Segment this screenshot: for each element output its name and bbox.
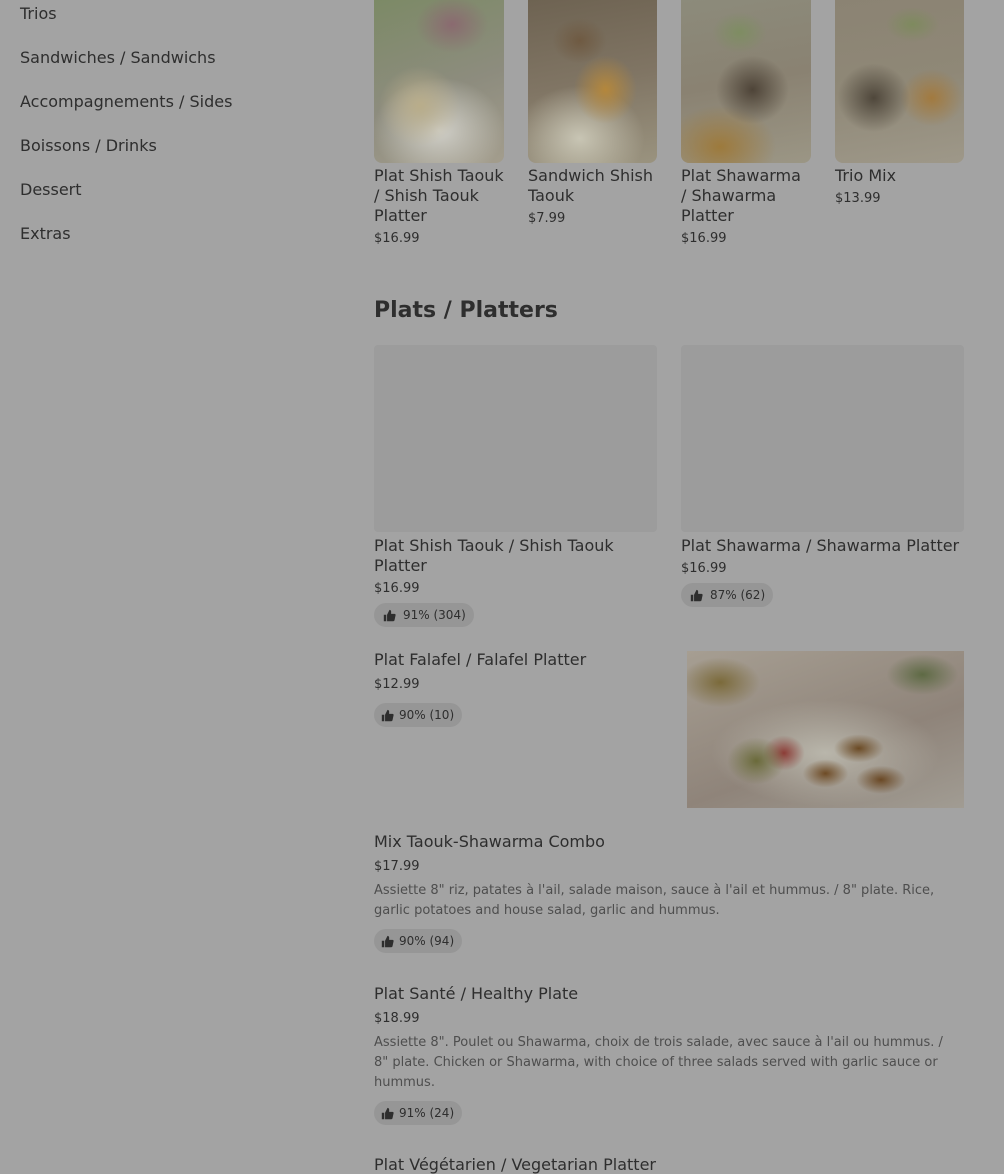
- item-title[interactable]: Mix Taouk-Shawarma Combo: [374, 832, 964, 852]
- item-price: $16.99: [681, 561, 727, 576]
- carousel-card-title[interactable]: Plat Shawarma / Shawarma Platter: [681, 166, 811, 226]
- item-image-placeholder[interactable]: [681, 345, 964, 532]
- item-price: $12.99: [374, 677, 420, 692]
- sandwich-shish-taouk-photo[interactable]: [528, 0, 657, 163]
- category-link-drinks[interactable]: Boissons / Drinks: [20, 136, 157, 155]
- thumbs-up-icon: [381, 709, 394, 721]
- rating-badge: 91% (304): [374, 603, 474, 627]
- item-title[interactable]: Plat Shish Taouk / Shish Taouk Platter: [374, 536, 657, 576]
- carousel-card-title[interactable]: Trio Mix: [835, 166, 964, 186]
- rating-badge: 90% (94): [374, 929, 463, 953]
- rating-text: 87% (62): [710, 588, 766, 602]
- item-description: Assiette 8" riz, patates à l'ail, salade…: [374, 883, 935, 918]
- carousel-card-title[interactable]: Sandwich Shish Taouk: [528, 166, 657, 206]
- category-link-sandwiches[interactable]: Sandwiches / Sandwichs: [20, 48, 216, 67]
- carousel-card-price: $16.99: [681, 231, 727, 246]
- category-link-dessert[interactable]: Dessert: [20, 180, 82, 199]
- trio-mix-photo[interactable]: [835, 0, 964, 163]
- rating-text: 91% (24): [399, 1106, 455, 1120]
- rating-badge: 87% (62): [681, 583, 774, 607]
- carousel-card-price: $13.99: [835, 191, 881, 206]
- carousel-card-price: $16.99: [374, 231, 420, 246]
- rating-text: 90% (10): [399, 708, 455, 722]
- item-price: $18.99: [374, 1011, 420, 1026]
- shish-taouk-platter-photo[interactable]: [374, 0, 504, 163]
- item-title[interactable]: Plat Santé / Healthy Plate: [374, 984, 964, 1004]
- section-title: Plats / Platters: [374, 298, 558, 323]
- item-title[interactable]: Plat Végétarien / Vegetarian Platter: [374, 1155, 656, 1174]
- carousel-card-price: $7.99: [528, 211, 566, 226]
- rating-badge: 91% (24): [374, 1101, 463, 1125]
- item-price: $16.99: [374, 581, 420, 596]
- item-image-placeholder[interactable]: [374, 345, 657, 532]
- thumbs-up-icon: [383, 609, 396, 621]
- rating-badge: 90% (10): [374, 703, 463, 727]
- thumbs-up-icon: [690, 589, 703, 601]
- category-link-trios[interactable]: Trios: [20, 4, 57, 23]
- category-link-extras[interactable]: Extras: [20, 224, 71, 243]
- falafel-platter-photo[interactable]: [687, 651, 964, 808]
- item-title[interactable]: Plat Falafel / Falafel Platter: [374, 650, 674, 670]
- rating-text: 91% (304): [403, 608, 466, 622]
- category-link-sides[interactable]: Accompagnements / Sides: [20, 92, 232, 111]
- carousel-card-title[interactable]: Plat Shish Taouk / Shish Taouk Platter: [374, 166, 504, 226]
- item-price: $17.99: [374, 859, 420, 874]
- thumbs-up-icon: [381, 935, 394, 947]
- shawarma-platter-photo[interactable]: [681, 0, 811, 163]
- item-title[interactable]: Plat Shawarma / Shawarma Platter: [681, 536, 964, 556]
- thumbs-up-icon: [381, 1107, 394, 1119]
- rating-text: 90% (94): [399, 934, 455, 948]
- item-description: Assiette 8". Poulet ou Shawarma, choix d…: [374, 1035, 943, 1090]
